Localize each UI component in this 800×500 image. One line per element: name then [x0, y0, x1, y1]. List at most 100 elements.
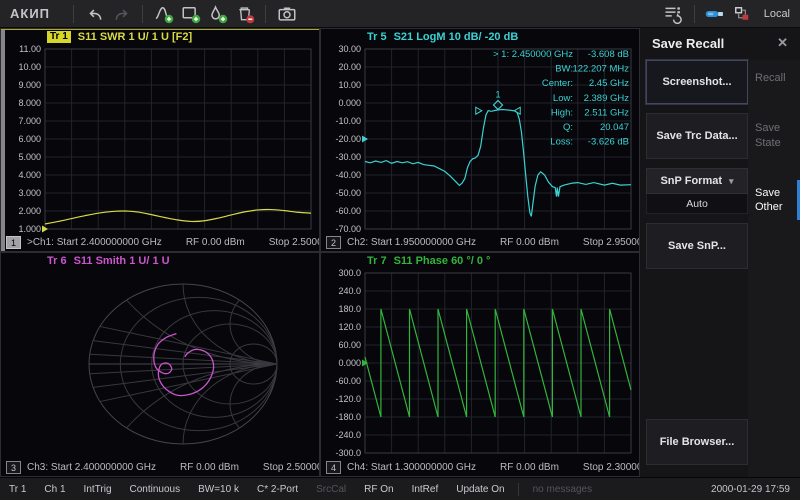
- toolbar-separator: [694, 5, 695, 23]
- trace-header: Tr 7 S11 Phase 60 °/ 0 °: [321, 253, 639, 269]
- status-trace[interactable]: Tr 1: [0, 484, 35, 495]
- file-browser-button[interactable]: File Browser...: [646, 419, 748, 465]
- chart-grid: Tr 1 S11 SWR 1 U/ 1 U [F2] 11.00 10.00 9.0…: [0, 28, 640, 477]
- status-datetime: 2000-01-29 17:59: [711, 484, 800, 495]
- svg-text:BW:: BW:: [555, 64, 573, 75]
- local-mode-label[interactable]: Local: [756, 8, 800, 20]
- status-trigger[interactable]: IntTrig: [75, 484, 121, 495]
- svg-text:60.00: 60.00: [338, 340, 361, 350]
- save-recall-menu: Save Recall ✕ Screenshot... Save Trc Dat…: [640, 28, 800, 477]
- trace-label-chip[interactable]: Tr 1: [47, 31, 71, 43]
- menu-buttons-column: Screenshot... Save Trc Data... SnP Forma…: [646, 60, 748, 278]
- brand-logo: АКИП: [0, 6, 66, 21]
- snp-format-dropdown[interactable]: SnP Format ▾: [646, 168, 748, 194]
- svg-text:30.00: 30.00: [338, 45, 361, 54]
- svg-text:20.047: 20.047: [600, 122, 629, 133]
- logmag-plot[interactable]: 30.0020.0010.000.000-10.00-20.00-30.00-4…: [321, 45, 639, 234]
- redo-button[interactable]: [108, 2, 135, 26]
- status-srccal[interactable]: SrcCal: [307, 484, 355, 495]
- network-status-button[interactable]: [729, 2, 756, 26]
- tab-recall[interactable]: Recall: [748, 60, 800, 96]
- save-snp-button[interactable]: Save SnP...: [646, 223, 748, 269]
- channel-start-label: >Ch1: Start 2.400000000 GHz: [27, 237, 162, 248]
- svg-text:-40.00: -40.00: [335, 170, 361, 180]
- channel-number-box[interactable]: 1: [6, 236, 21, 249]
- svg-text:Q:: Q:: [563, 122, 573, 133]
- svg-text:-300.0: -300.0: [335, 448, 361, 458]
- tab-save-other[interactable]: Save Other: [748, 175, 800, 226]
- chart-panel-tr6[interactable]: Tr 6 S11 Smith 1 U/ 1 U 3 Ch3: Start 2.4…: [0, 252, 320, 477]
- smith-plot[interactable]: [1, 269, 319, 459]
- svg-text:-3.626 dB: -3.626 dB: [588, 137, 629, 148]
- channel-footer: 1 >Ch1: Start 2.400000000 GHz RF 0.00 dB…: [1, 234, 319, 251]
- save-trc-data-button[interactable]: Save Trc Data...: [646, 113, 748, 159]
- trace-label[interactable]: Tr 7: [367, 255, 387, 267]
- screenshot-menu-button[interactable]: Screenshot...: [646, 60, 748, 104]
- svg-text:11.00: 11.00: [19, 45, 41, 54]
- active-window-indicator: [1, 29, 5, 251]
- svg-text:9.000: 9.000: [18, 80, 41, 90]
- svg-text:Low:: Low:: [553, 93, 573, 104]
- svg-text:2.389 GHz: 2.389 GHz: [584, 93, 630, 104]
- status-update[interactable]: Update On: [447, 484, 513, 495]
- delete-button[interactable]: [231, 2, 258, 26]
- svg-text:2.000: 2.000: [18, 206, 41, 216]
- snp-format-label: SnP Format: [660, 175, 722, 187]
- add-trace-button[interactable]: [150, 2, 177, 26]
- trace-measurement-label[interactable]: S11 Phase 60 °/ 0 °: [394, 255, 491, 267]
- tab-save-state[interactable]: Save State: [748, 110, 800, 161]
- usb-icon: [704, 5, 726, 23]
- svg-text:10.00: 10.00: [18, 62, 41, 72]
- menu-title: Save Recall: [652, 36, 724, 51]
- svg-text:120.0: 120.0: [338, 322, 361, 332]
- usb-status-button[interactable]: [702, 2, 729, 26]
- svg-text:20.00: 20.00: [338, 62, 361, 72]
- status-correction[interactable]: C* 2-Port: [248, 484, 307, 495]
- add-marker-icon: [208, 4, 228, 24]
- trace-measurement-label[interactable]: S11 SWR 1 U/ 1 U [F2]: [78, 31, 192, 43]
- channel-rf-label: RF 0.00 dBm: [180, 462, 239, 473]
- trace-label[interactable]: Tr 6: [47, 255, 67, 267]
- add-window-button[interactable]: [177, 2, 204, 26]
- trace-measurement-label[interactable]: S11 Smith 1 U/ 1 U: [74, 255, 170, 267]
- status-bar: Tr 1 Ch 1 IntTrig Continuous BW=10 k C* …: [0, 477, 800, 500]
- svg-text:2.511 GHz: 2.511 GHz: [584, 107, 629, 118]
- top-toolbar: АКИП: [0, 0, 800, 28]
- toolbar-separator: [142, 5, 143, 23]
- screenshot-button[interactable]: [273, 2, 300, 26]
- undo-button[interactable]: [81, 2, 108, 26]
- svg-text:-30.00: -30.00: [335, 152, 361, 162]
- svg-text:-240.0: -240.0: [335, 430, 361, 440]
- channel-start-label: Ch3: Start 2.400000000 GHz: [27, 462, 156, 473]
- trace-manager-button[interactable]: [660, 2, 687, 26]
- swr-plot[interactable]: 11.0010.009.0008.0007.0006.0005.0004.000…: [1, 45, 319, 234]
- status-bandwidth[interactable]: BW=10 k: [189, 484, 248, 495]
- channel-number-box[interactable]: 2: [326, 236, 341, 249]
- svg-text:-10.00: -10.00: [335, 116, 361, 126]
- menu-tabs-column: Recall Save State Save Other: [748, 60, 800, 477]
- svg-text:-50.00: -50.00: [335, 188, 361, 198]
- svg-text:3.000: 3.000: [18, 188, 41, 198]
- chart-panel-tr5[interactable]: Tr 5 S21 LogM 10 dB/ -20 dB 30.0020.0010…: [320, 28, 640, 252]
- svg-text:1: 1: [495, 89, 500, 100]
- add-marker-button[interactable]: [204, 2, 231, 26]
- status-sweep-mode[interactable]: Continuous: [121, 484, 190, 495]
- status-rf[interactable]: RF On: [355, 484, 402, 495]
- snp-format-value[interactable]: Auto: [646, 194, 748, 214]
- svg-text:-60.00: -60.00: [335, 206, 361, 216]
- status-channel[interactable]: Ch 1: [35, 484, 74, 495]
- status-reference[interactable]: IntRef: [403, 484, 448, 495]
- chart-panel-tr7[interactable]: Tr 7 S11 Phase 60 °/ 0 ° 300.0240.0180.0…: [320, 252, 640, 477]
- chart-panel-tr1[interactable]: Tr 1 S11 SWR 1 U/ 1 U [F2] 11.00 10.00 9.0…: [0, 28, 320, 252]
- trace-label[interactable]: Tr 5: [367, 31, 387, 43]
- channel-number-box[interactable]: 3: [6, 461, 21, 474]
- toolbar-right-group: Local: [660, 2, 800, 26]
- phase-plot[interactable]: 300.0240.0180.0120.060.000.000-60.00-120…: [321, 269, 639, 459]
- close-icon[interactable]: ✕: [777, 35, 788, 51]
- svg-text:8.000: 8.000: [18, 98, 41, 108]
- channel-rf-label: RF 0.00 dBm: [186, 237, 245, 248]
- channel-number-box[interactable]: 4: [326, 461, 341, 474]
- channel-footer: 3 Ch3: Start 2.400000000 GHz RF 0.00 dBm…: [1, 459, 319, 476]
- trace-measurement-label[interactable]: S21 LogM 10 dB/ -20 dB: [394, 31, 519, 43]
- network-icon: [732, 4, 752, 24]
